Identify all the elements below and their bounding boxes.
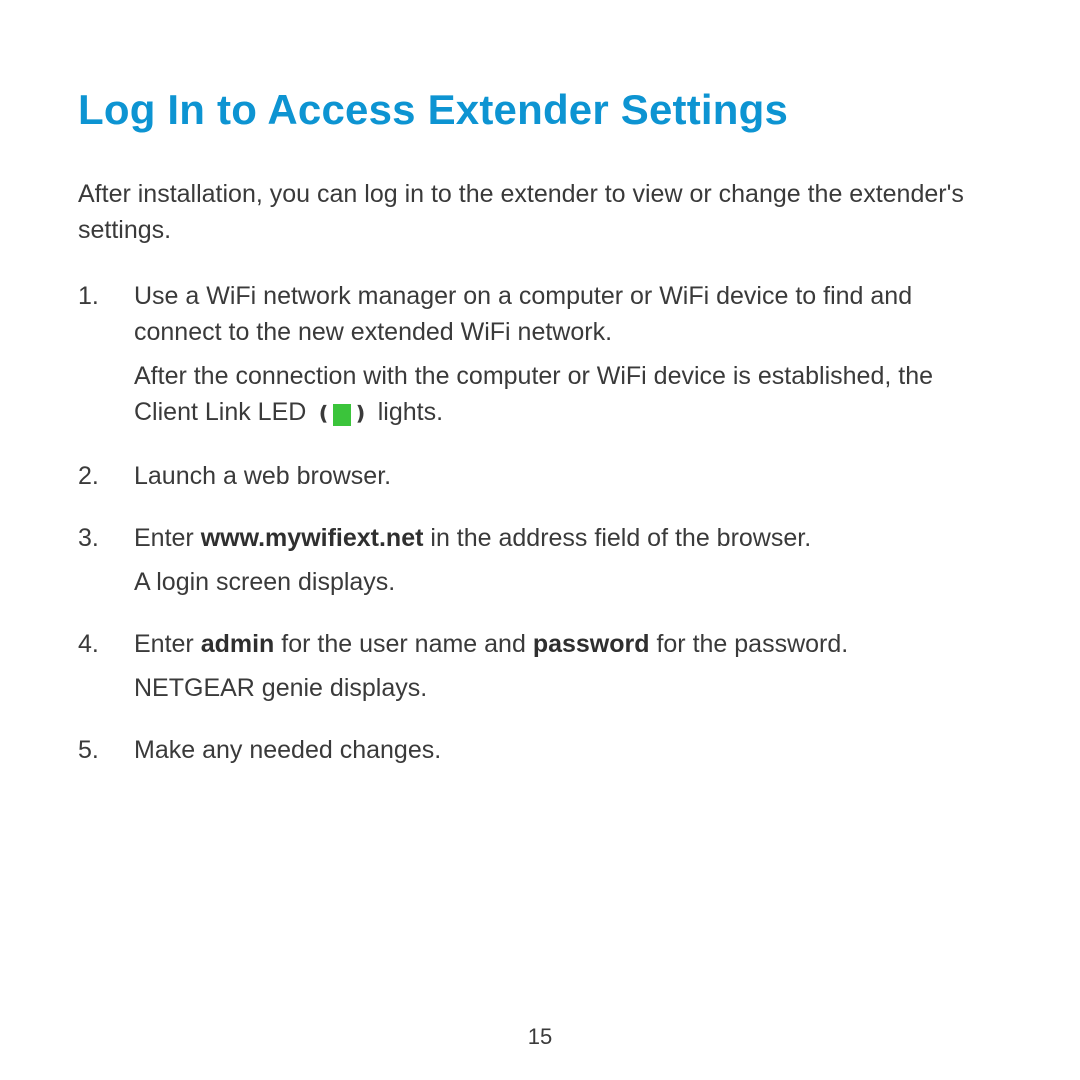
step-4-mid: for the user name and [274, 630, 532, 658]
page-title: Log In to Access Extender Settings [78, 86, 1002, 134]
signal-wave-left-icon: ❪ [315, 404, 332, 424]
step-4-sub: NETGEAR genie displays. [134, 670, 1002, 706]
step-1-detail: After the connection with the computer o… [134, 358, 1002, 432]
client-link-led-icon: ❪❫ [315, 396, 369, 432]
step-3-post: in the address field of the browser. [423, 524, 811, 552]
page-number: 15 [0, 1024, 1080, 1050]
step-2-text: Launch a web browser. [134, 462, 391, 490]
step-4-password: password [533, 630, 650, 658]
led-square-icon [333, 404, 351, 426]
step-4-post: for the password. [650, 630, 849, 658]
step-2: Launch a web browser. [134, 458, 1002, 494]
step-4-username: admin [201, 630, 275, 658]
step-1b-post: lights. [371, 398, 443, 426]
signal-wave-right-icon: ❫ [352, 404, 369, 424]
steps-list: Use a WiFi network manager on a computer… [78, 278, 1002, 768]
intro-paragraph: After installation, you can log in to th… [78, 176, 1002, 248]
step-1-text: Use a WiFi network manager on a computer… [134, 282, 912, 346]
manual-page: Log In to Access Extender Settings After… [0, 0, 1080, 1080]
step-3-sub: A login screen displays. [134, 564, 1002, 600]
step-1: Use a WiFi network manager on a computer… [134, 278, 1002, 432]
step-1b-pre: After the connection with the computer o… [134, 362, 933, 426]
step-3: Enter www.mywifiext.net in the address f… [134, 520, 1002, 600]
step-3-url: www.mywifiext.net [201, 524, 424, 552]
step-5: Make any needed changes. [134, 732, 1002, 768]
step-5-text: Make any needed changes. [134, 736, 441, 764]
step-3-pre: Enter [134, 524, 201, 552]
step-4: Enter admin for the user name and passwo… [134, 626, 1002, 706]
step-4-pre: Enter [134, 630, 201, 658]
